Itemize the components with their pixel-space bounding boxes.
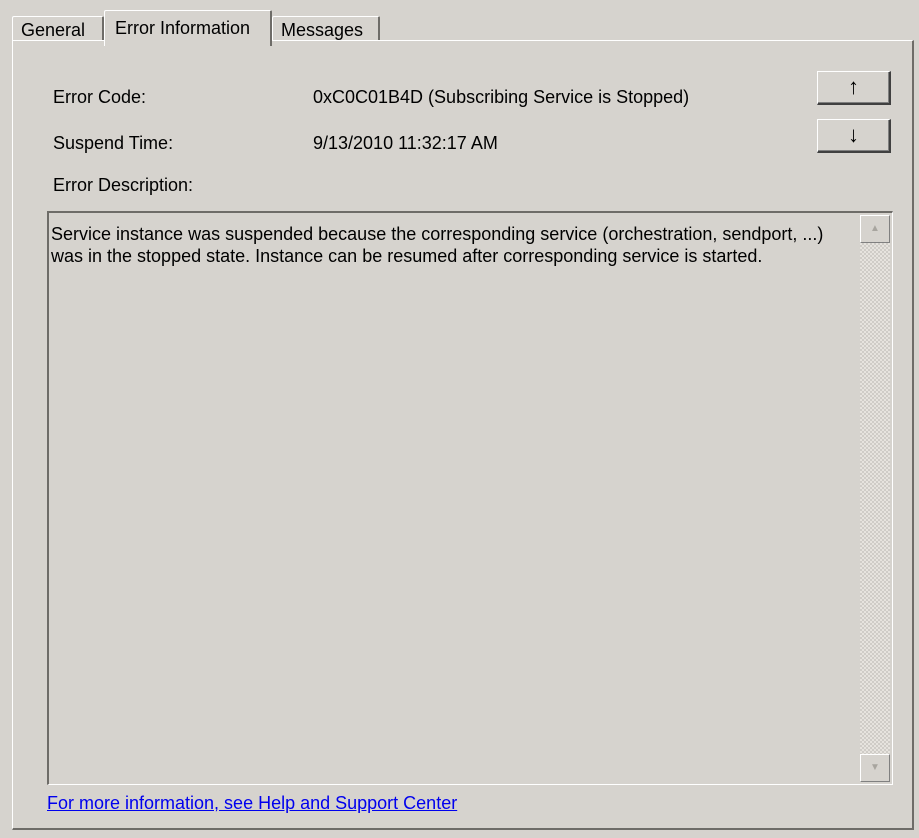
scroll-up-button[interactable]: ▲ [860, 215, 890, 243]
error-information-panel: Error Code: 0xC0C01B4D (Subscribing Serv… [12, 40, 914, 830]
error-description-textbox[interactable]: Service instance was suspended because t… [47, 211, 893, 785]
help-and-support-link[interactable]: For more information, see Help and Suppo… [47, 793, 457, 814]
previous-error-button[interactable]: ↑ [817, 71, 891, 105]
tab-messages[interactable]: Messages [272, 16, 380, 42]
tab-error-information[interactable]: Error Information [104, 10, 272, 46]
error-information-dialog-page: General Error Information Messages Error… [0, 0, 919, 838]
error-code-value: 0xC0C01B4D (Subscribing Service is Stopp… [313, 87, 690, 107]
up-arrow-icon: ↑ [848, 74, 859, 99]
scroll-up-arrow-icon: ▲ [870, 223, 880, 234]
tab-general[interactable]: General [12, 16, 104, 42]
suspend-time-value: 9/13/2010 11:32:17 AM [313, 133, 498, 153]
down-arrow-icon: ↓ [848, 122, 859, 147]
error-code-label: Error Code: [53, 87, 147, 107]
vertical-scrollbar[interactable]: ▲ ▼ [860, 215, 890, 782]
scroll-down-arrow-icon: ▼ [870, 762, 880, 773]
scroll-down-button[interactable]: ▼ [860, 754, 890, 782]
error-description-text: Service instance was suspended because t… [51, 224, 824, 266]
next-error-button[interactable]: ↓ [817, 119, 891, 153]
suspend-time-label: Suspend Time: [53, 133, 174, 153]
error-description-label: Error Description: [53, 175, 194, 195]
